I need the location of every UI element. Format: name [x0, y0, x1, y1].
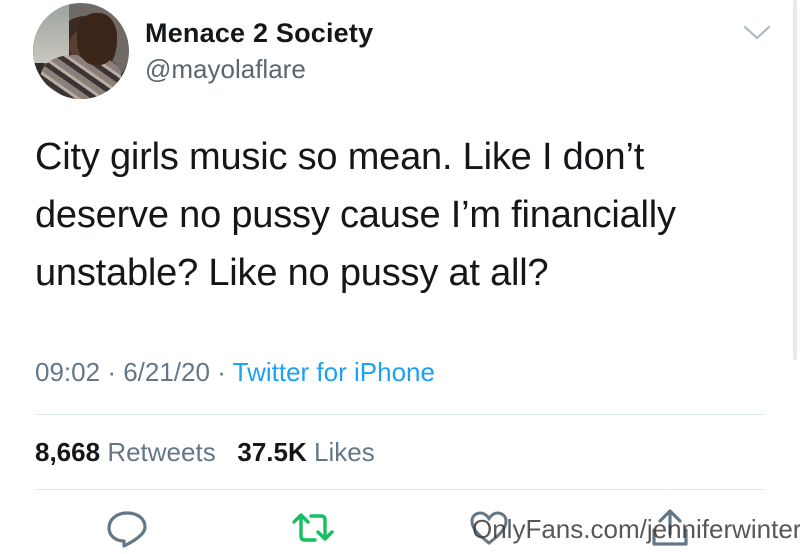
meta-separator: · [107, 357, 116, 387]
avatar-background [33, 3, 69, 63]
tweet-time: 09:02 [35, 357, 101, 387]
author-handle[interactable]: @mayolaflare [145, 54, 306, 85]
scrollbar[interactable] [793, 0, 797, 360]
tweet-stats: 8,668 Retweets 37.5K Likes [35, 437, 375, 468]
likes-count: 37.5K [237, 437, 307, 467]
divider [35, 489, 765, 490]
retweet-icon[interactable] [290, 508, 336, 548]
retweets-stat[interactable]: 8,668 Retweets [35, 437, 216, 467]
likes-stat[interactable]: 37.5K Likes [237, 437, 374, 467]
author-name[interactable]: Menace 2 Society [145, 18, 373, 49]
avatar-shirt [41, 55, 121, 99]
watermark-text: OnlyFans.com/jenniferwinters [472, 514, 800, 544]
chevron-down-icon[interactable] [740, 20, 774, 44]
tweet-date: 6/21/20 [123, 357, 210, 387]
tweet-source[interactable]: Twitter for iPhone [233, 357, 435, 387]
likes-label: Likes [314, 437, 375, 467]
divider [35, 414, 765, 415]
avatar[interactable] [33, 3, 129, 99]
avatar-face [77, 13, 117, 65]
retweets-label: Retweets [107, 437, 216, 467]
tweet-text: City girls music so mean. Like I don’t d… [35, 136, 676, 294]
meta-separator: · [217, 357, 226, 387]
retweets-count: 8,668 [35, 437, 101, 467]
tweet-meta: 09:02 · 6/21/20 · Twitter for iPhone [35, 357, 435, 388]
reply-icon[interactable] [104, 508, 150, 548]
